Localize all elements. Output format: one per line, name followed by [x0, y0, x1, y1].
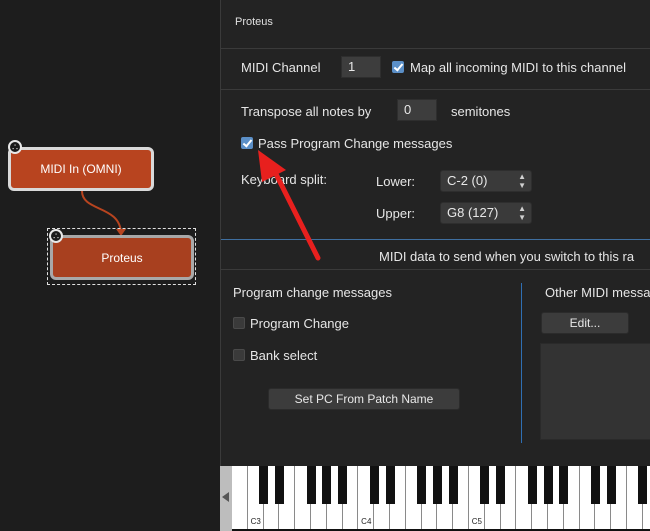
annotation-arrow [258, 150, 321, 261]
